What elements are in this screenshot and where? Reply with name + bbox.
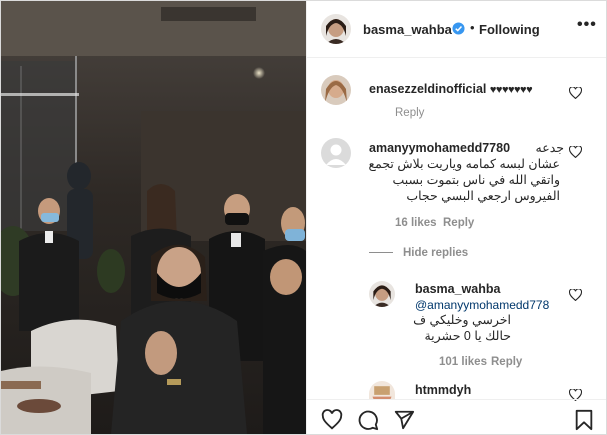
comment-username[interactable]: amanyymohamedd7780	[369, 141, 510, 155]
following-button[interactable]: Following	[479, 22, 540, 37]
reply-author-avatar[interactable]	[369, 381, 395, 399]
more-options-icon[interactable]: •••	[577, 16, 597, 34]
author-username[interactable]: basma_wahba	[363, 22, 452, 37]
post-photo-illustration	[1, 1, 306, 434]
comment-2-first-line: amanyymohamedd7780 جدعه	[369, 140, 564, 156]
post-photo[interactable]	[1, 1, 306, 434]
commenter-avatar[interactable]	[321, 75, 351, 105]
comment-username[interactable]: basma_wahba	[415, 281, 565, 297]
header-separator: •	[470, 20, 475, 35]
comment-text: ♥♥♥♥♥♥♥	[489, 84, 533, 96]
comment-text: جدعه	[535, 141, 564, 155]
replies-divider	[369, 252, 393, 253]
reply-button[interactable]: Reply	[443, 217, 474, 229]
comment-username[interactable]: htmmdyh	[415, 383, 471, 397]
post-actions-bar	[307, 399, 606, 434]
like-comment-heart-icon[interactable]	[569, 146, 582, 158]
comment-1: enasezzeldinofficial ♥♥♥♥♥♥♥	[369, 81, 579, 98]
post-header: basma_wahba • Following •••	[307, 1, 606, 58]
author-avatar[interactable]	[321, 14, 351, 44]
reply-mention-link[interactable]: @amanyymohamedd778	[415, 297, 565, 313]
comments-panel: basma_wahba • Following ••• enasezzeldin…	[306, 1, 606, 434]
heart-icon[interactable]	[321, 409, 343, 431]
comment-icon[interactable]	[357, 409, 379, 431]
comment-2-text: عشان لبسه كمامه وياريت بلاش تجمع واتقي ا…	[368, 157, 560, 203]
hide-replies-button[interactable]: Hide replies	[403, 247, 468, 259]
commenter-avatar[interactable]	[321, 138, 351, 168]
comment-like-count: 101 likes	[439, 356, 487, 368]
verified-badge-icon	[452, 22, 465, 35]
reply-text: اخرسي وخليكي ف حالك يا 0 حشرية	[413, 313, 511, 343]
bookmark-icon[interactable]	[573, 409, 595, 431]
share-icon[interactable]	[393, 409, 415, 431]
comment-username[interactable]: enasezzeldinofficial	[369, 82, 486, 96]
like-comment-heart-icon[interactable]	[569, 87, 582, 99]
instagram-post: basma_wahba • Following ••• enasezzeldin…	[0, 0, 607, 435]
like-comment-heart-icon[interactable]	[569, 289, 582, 301]
reply-button[interactable]: Reply	[491, 356, 522, 368]
comment-like-count: 16 likes	[395, 217, 437, 229]
reply-author-avatar[interactable]	[369, 281, 395, 307]
reply-button[interactable]: Reply	[395, 107, 424, 119]
reply-1: basma_wahba @amanyymohamedd778	[415, 281, 565, 313]
